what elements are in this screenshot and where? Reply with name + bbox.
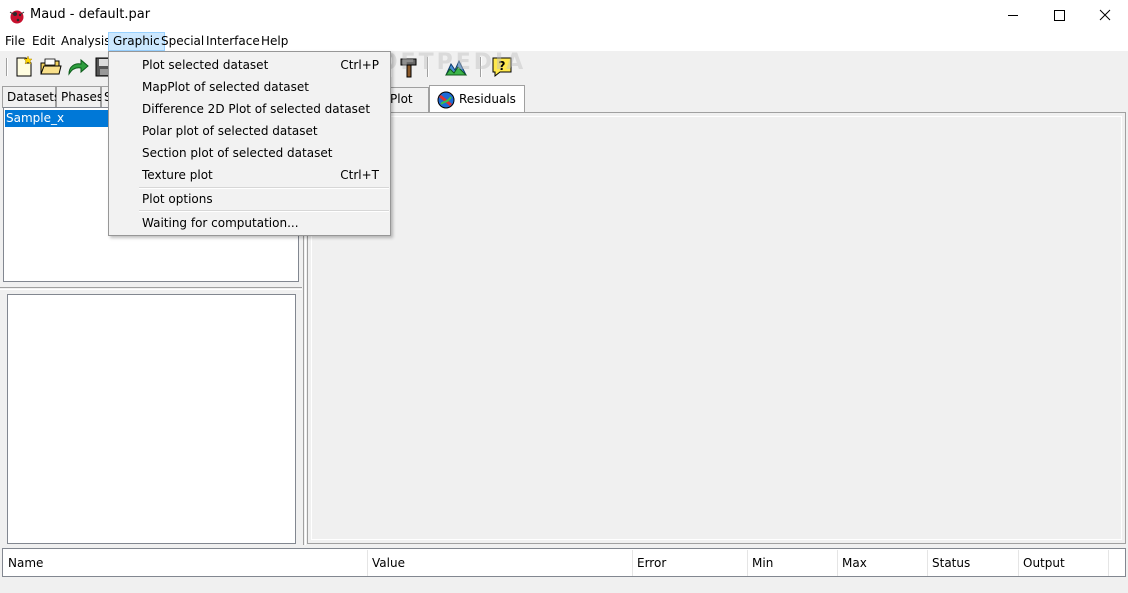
menu-item-label: Section plot of selected dataset — [142, 146, 333, 160]
menu-item-polar-plot[interactable]: Polar plot of selected dataset — [111, 120, 388, 142]
tab-datasets[interactable]: Datasets — [2, 86, 60, 108]
menu-special[interactable]: Special — [157, 32, 208, 51]
menu-item-shortcut: Ctrl+P — [340, 58, 379, 72]
redo-button[interactable] — [66, 55, 90, 79]
object-detail-panel — [7, 294, 296, 544]
new-file-icon — [16, 55, 33, 77]
minimize-button[interactable] — [990, 0, 1036, 31]
new-file-button[interactable] — [12, 55, 36, 79]
menu-item-label: Difference 2D Plot of selected dataset — [142, 102, 371, 116]
minimize-icon — [1008, 15, 1018, 16]
column-header-error[interactable]: Error — [633, 550, 748, 576]
column-header-name[interactable]: Name — [4, 550, 368, 576]
menu-edit[interactable]: Edit — [28, 32, 59, 51]
menu-item-label: Plot selected dataset — [142, 58, 269, 72]
close-button[interactable] — [1082, 0, 1128, 31]
menu-item-section-plot[interactable]: Section plot of selected dataset — [111, 142, 388, 164]
graphic-menu-dropdown: Plot selected dataset Ctrl+P MapPlot of … — [108, 51, 391, 236]
tab-plot-2d[interactable]: Plot 2D — [385, 87, 429, 129]
residuals-globe-icon — [437, 91, 455, 109]
menu-item-mapplot[interactable]: MapPlot of selected dataset — [111, 76, 388, 98]
menu-item-label: Waiting for computation... — [142, 216, 299, 230]
menu-item-difference-2d-plot[interactable]: Difference 2D Plot of selected dataset — [111, 98, 388, 120]
column-header-output[interactable]: Output — [1019, 550, 1109, 576]
menu-analysis[interactable]: Analysis — [57, 32, 114, 51]
menu-item-texture-plot[interactable]: Texture plot Ctrl+T — [111, 164, 388, 186]
menu-file[interactable]: File — [1, 32, 29, 51]
status-strip — [0, 578, 1128, 593]
plot-area-inner — [311, 116, 1122, 540]
window-title: Maud - default.par — [30, 7, 151, 22]
maximize-button[interactable] — [1036, 0, 1082, 31]
menu-item-plot-selected-dataset[interactable]: Plot selected dataset Ctrl+P — [111, 54, 388, 76]
column-header-status[interactable]: Status — [928, 550, 1019, 576]
menu-item-label: Polar plot of selected dataset — [142, 124, 318, 138]
menu-bar: File Edit Analysis Graphic Special Inter… — [0, 31, 1128, 51]
menu-item-plot-options[interactable]: Plot options — [111, 188, 388, 210]
menu-item-waiting-for-computation[interactable]: Waiting for computation... — [111, 212, 388, 234]
menu-help[interactable]: Help — [257, 32, 292, 51]
menu-item-label: Texture plot — [142, 168, 213, 182]
tab-residuals-2d[interactable]: Residuals 2D — [429, 85, 525, 133]
open-file-button[interactable] — [39, 55, 63, 79]
redo-arrow-icon — [68, 58, 89, 76]
close-icon — [1099, 9, 1111, 21]
menu-interface[interactable]: Interface — [202, 32, 264, 51]
column-header-value[interactable]: Value — [368, 550, 633, 576]
column-header-min[interactable]: Min — [748, 550, 838, 576]
plot-area[interactable] — [307, 112, 1126, 544]
menu-item-label: MapPlot of selected dataset — [142, 80, 309, 94]
menu-item-shortcut: Ctrl+T — [340, 168, 379, 182]
menu-item-label: Plot options — [142, 192, 213, 206]
tab-phases[interactable]: Phases — [56, 86, 103, 108]
title-bar: Maud - default.par — [0, 0, 1128, 31]
toolbar-grip — [6, 58, 8, 76]
maud-app-icon — [9, 10, 25, 24]
maximize-icon — [1054, 10, 1065, 21]
open-folder-icon — [40, 58, 62, 75]
list-item[interactable]: Sample_x — [5, 110, 110, 127]
horizontal-splitter[interactable] — [0, 287, 302, 290]
parameter-table[interactable]: Name Value Error Min Max Status Output — [2, 548, 1126, 577]
column-header-max[interactable]: Max — [838, 550, 928, 576]
